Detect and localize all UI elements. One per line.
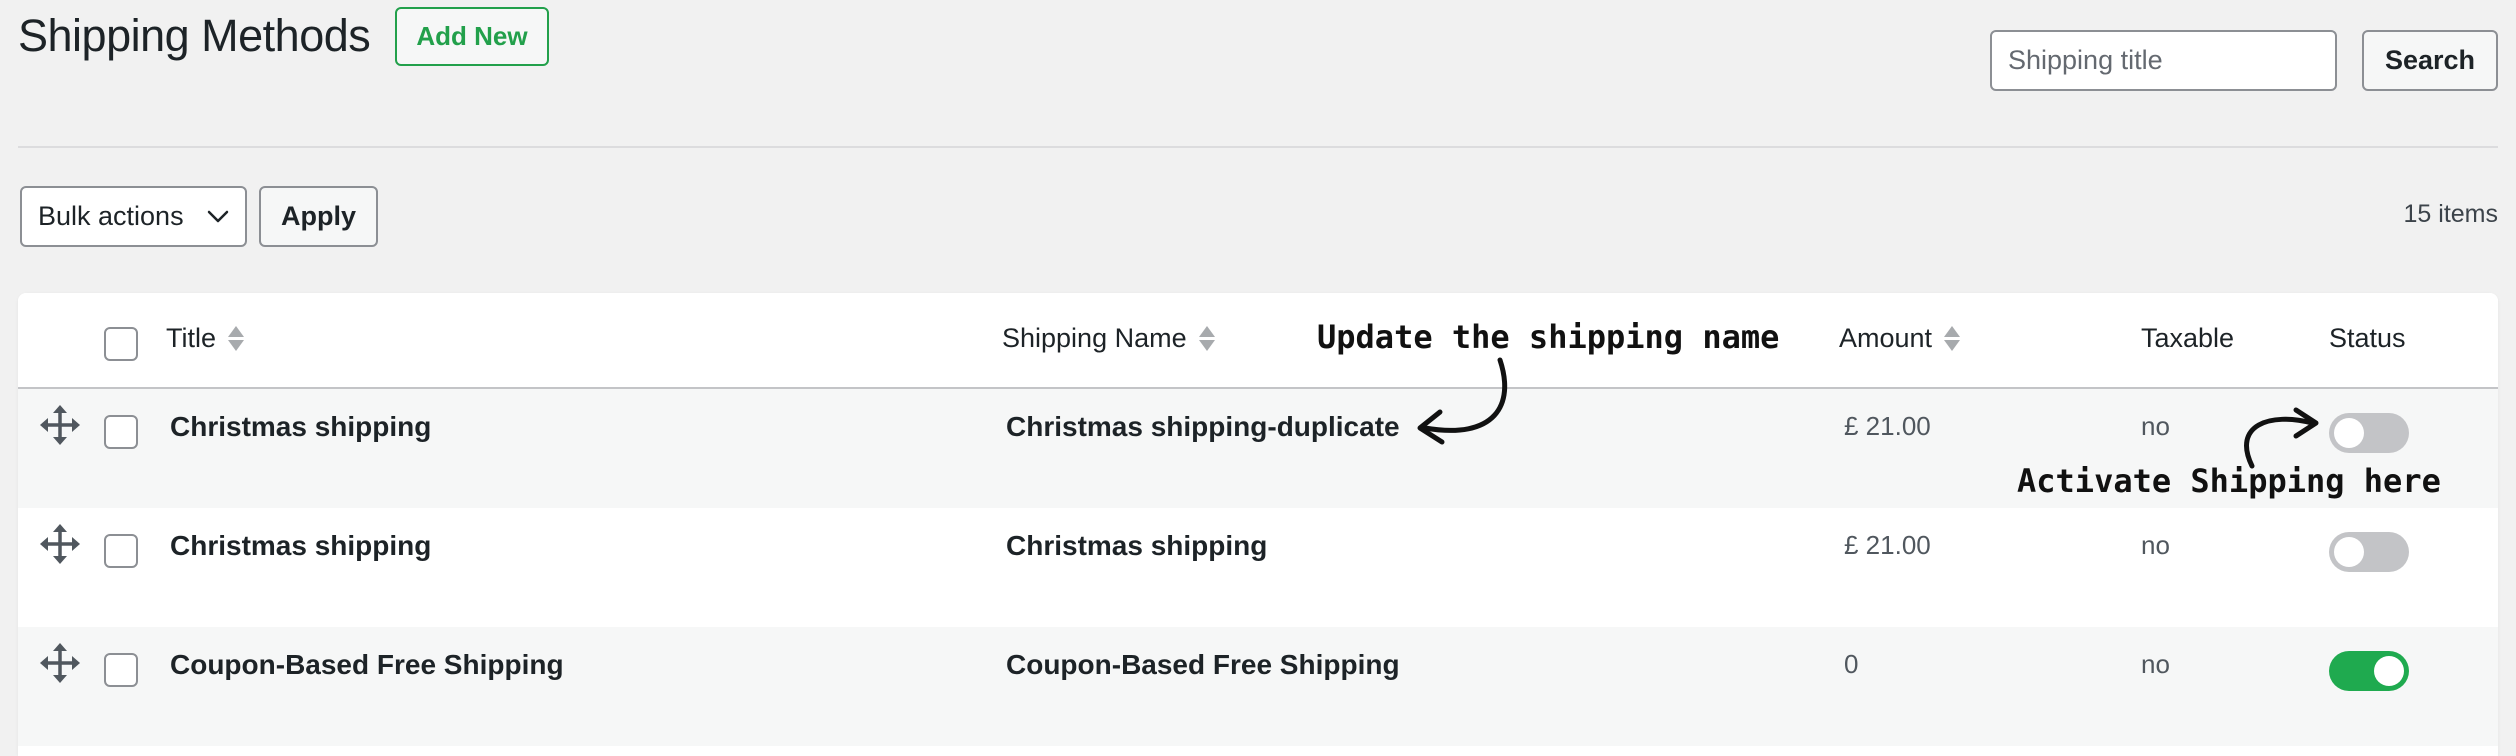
items-count: 15 items bbox=[2403, 200, 2498, 228]
row-checkbox[interactable] bbox=[104, 534, 138, 568]
column-amount[interactable]: Amount bbox=[1839, 323, 1961, 354]
table-header: Title Shipping Name Amount Taxable Statu… bbox=[18, 293, 2498, 389]
row-shipping-name: Christmas shipping bbox=[1006, 530, 1268, 561]
annotation-activate-shipping: Activate Shipping here bbox=[2017, 462, 2441, 500]
row-taxable: no bbox=[2141, 411, 2170, 441]
row-title[interactable]: Coupon-Based Free Shipping bbox=[170, 649, 564, 681]
toggle-knob bbox=[2374, 656, 2404, 686]
column-status-label: Status bbox=[2329, 323, 2406, 353]
row-checkbox[interactable] bbox=[104, 415, 138, 449]
sort-icon bbox=[228, 326, 245, 351]
status-toggle[interactable] bbox=[2329, 651, 2409, 691]
sort-icon bbox=[1944, 326, 1961, 351]
table-row: Coupon-Based Free Shipping Coupon-Based … bbox=[18, 627, 2498, 746]
row-title[interactable]: Christmas shipping bbox=[170, 411, 431, 443]
row-checkbox[interactable] bbox=[104, 653, 138, 687]
column-taxable-label: Taxable bbox=[2141, 323, 2235, 353]
column-title-label: Title bbox=[166, 323, 217, 353]
chevron-down-icon bbox=[207, 210, 229, 222]
toggle-knob bbox=[2334, 418, 2364, 448]
drag-handle-icon[interactable] bbox=[40, 405, 80, 445]
drag-handle-icon[interactable] bbox=[40, 524, 80, 564]
row-shipping-name: Christmas shipping-duplicate bbox=[1006, 411, 1400, 442]
row-title[interactable]: Christmas shipping bbox=[170, 530, 431, 562]
sort-icon bbox=[1198, 326, 1215, 351]
select-all-checkbox[interactable] bbox=[104, 327, 138, 361]
table-row: Christmas shipping Christmas shipping £ … bbox=[18, 508, 2498, 627]
column-shipping-name-label: Shipping Name bbox=[1002, 323, 1187, 353]
row-taxable: no bbox=[2141, 530, 2170, 560]
apply-button[interactable]: Apply bbox=[259, 186, 378, 247]
row-shipping-name: Coupon-Based Free Shipping bbox=[1006, 649, 1400, 680]
search-input[interactable]: Shipping title bbox=[1990, 30, 2337, 91]
bulk-actions-select[interactable]: Bulk actions bbox=[20, 186, 247, 247]
status-toggle[interactable] bbox=[2329, 532, 2409, 572]
shipping-methods-table: Title Shipping Name Amount Taxable Statu… bbox=[18, 293, 2498, 756]
page-title: Shipping Methods bbox=[18, 10, 371, 61]
column-shipping-name[interactable]: Shipping Name bbox=[1002, 323, 1215, 354]
column-title[interactable]: Title bbox=[166, 323, 245, 354]
search-placeholder: Shipping title bbox=[2008, 45, 2163, 75]
toggle-knob bbox=[2334, 537, 2364, 567]
drag-handle-icon[interactable] bbox=[40, 643, 80, 683]
row-amount: £ 21.00 bbox=[1844, 530, 1931, 560]
row-amount: £ 21.00 bbox=[1844, 411, 1931, 441]
column-status: Status bbox=[2329, 323, 2406, 354]
status-toggle[interactable] bbox=[2329, 413, 2409, 453]
row-amount: 0 bbox=[1844, 649, 1859, 679]
header-divider bbox=[18, 146, 2498, 148]
column-amount-label: Amount bbox=[1839, 323, 1933, 353]
add-new-button[interactable]: Add New bbox=[395, 7, 549, 66]
annotation-update-name: Update the shipping name bbox=[1317, 318, 1780, 356]
bulk-actions-label: Bulk actions bbox=[38, 201, 184, 231]
column-taxable: Taxable bbox=[2141, 323, 2234, 354]
search-button[interactable]: Search bbox=[2362, 30, 2498, 91]
row-taxable: no bbox=[2141, 649, 2170, 679]
